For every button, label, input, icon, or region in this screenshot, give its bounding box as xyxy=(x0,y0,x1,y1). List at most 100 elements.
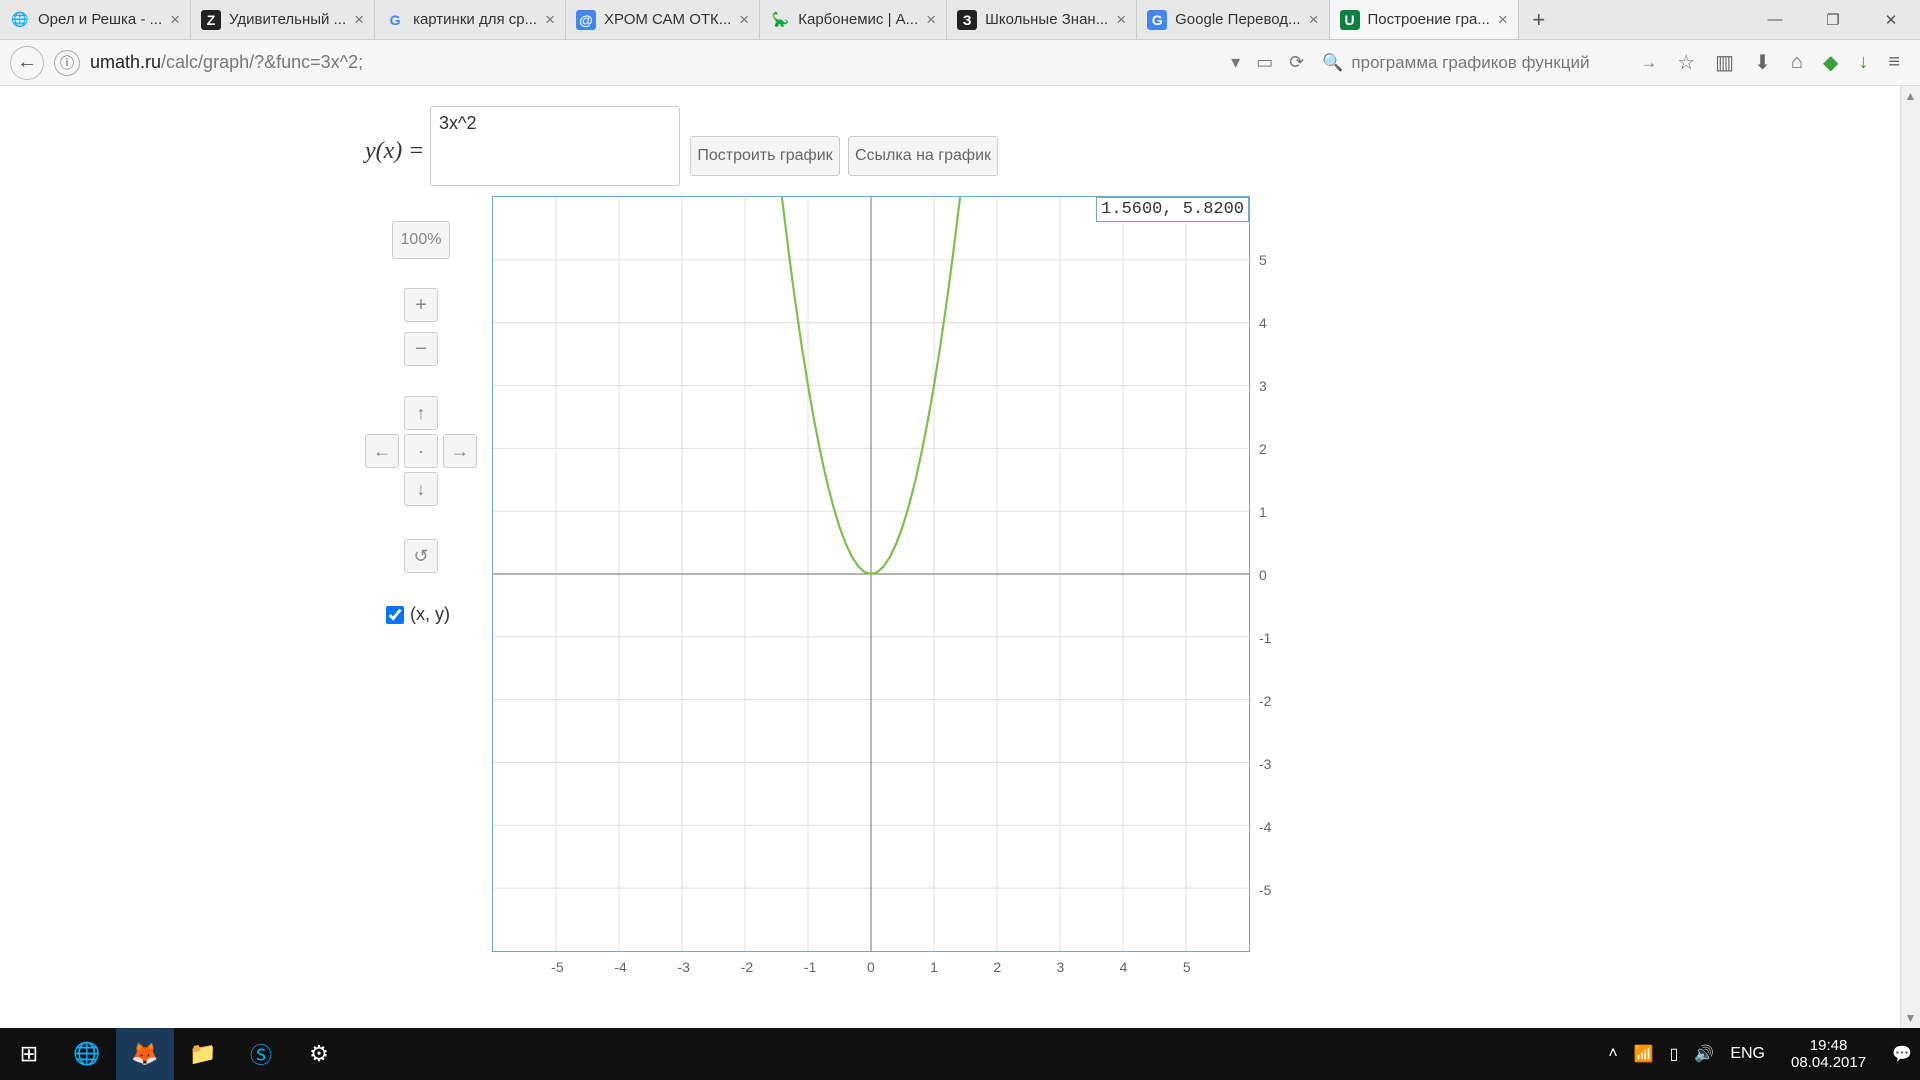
reader-icon[interactable]: ▾ xyxy=(1231,52,1240,72)
wifi-icon[interactable]: 📶 xyxy=(1634,1044,1654,1064)
pan-right-button[interactable]: → xyxy=(443,434,477,468)
tab-label: Карбонемис | А... xyxy=(798,11,918,28)
close-icon[interactable]: × xyxy=(545,10,555,30)
function-input[interactable] xyxy=(430,106,680,186)
xy-label: (x, y) xyxy=(410,604,450,625)
skype-icon[interactable]: Ⓢ xyxy=(232,1028,290,1080)
volume-icon[interactable]: 🔊 xyxy=(1694,1044,1714,1064)
close-icon[interactable]: × xyxy=(1116,10,1126,30)
close-icon[interactable]: × xyxy=(739,10,749,30)
tab-label: Построение гра... xyxy=(1368,11,1490,28)
x-tick: -2 xyxy=(741,959,753,975)
pan-left-button[interactable]: ← xyxy=(365,434,399,468)
site-info-icon[interactable]: ⓘ xyxy=(54,50,80,76)
search-value: программа графиков функций xyxy=(1351,53,1589,73)
clock-date: 08.04.2017 xyxy=(1791,1054,1866,1071)
y-tick: 1 xyxy=(1259,504,1267,520)
search-go-icon[interactable]: → xyxy=(1640,53,1657,73)
back-button[interactable]: ← xyxy=(10,46,44,80)
taskbar-clock[interactable]: 19:4808.04.2017 xyxy=(1781,1037,1876,1071)
library-icon[interactable]: ▥ xyxy=(1715,50,1734,75)
y-tick: 4 xyxy=(1259,315,1267,331)
url-path: /calc/graph/?&func=3x^2; xyxy=(161,52,363,73)
notifications-icon[interactable]: 💬 xyxy=(1892,1044,1912,1064)
close-icon[interactable]: × xyxy=(926,10,936,30)
tab-5[interactable]: З Школьные Знан... × xyxy=(947,0,1137,39)
zoom-in-button[interactable]: + xyxy=(404,288,438,322)
x-tick: -5 xyxy=(551,959,563,975)
downloads-icon[interactable]: ⬇ xyxy=(1754,50,1771,75)
znanija-icon: З xyxy=(957,10,977,30)
globe-icon: 🌐 xyxy=(10,10,30,30)
tab-4[interactable]: 🦕Карбонемис | А...× xyxy=(760,0,947,39)
z-icon: Z xyxy=(201,10,221,30)
reload-icon[interactable]: ⟳ xyxy=(1289,52,1304,72)
close-icon[interactable]: × xyxy=(354,10,364,30)
download-arrow-icon[interactable]: ↓ xyxy=(1858,51,1868,74)
firefox-icon[interactable]: 🦊 xyxy=(116,1028,174,1080)
page-scrollbar[interactable]: ▲ ▼ xyxy=(1900,86,1920,1028)
clock-time: 19:48 xyxy=(1791,1037,1866,1054)
new-tab-button[interactable]: + xyxy=(1519,0,1559,39)
battery-icon[interactable]: ▯ xyxy=(1670,1044,1679,1064)
tab-7[interactable]: UПостроение гра...× xyxy=(1330,0,1519,39)
tab-2[interactable]: Gкартинки для ср...× xyxy=(375,0,566,39)
x-tick: 5 xyxy=(1183,959,1191,975)
x-tick: 4 xyxy=(1120,959,1128,975)
extension-icon[interactable]: ◆ xyxy=(1823,50,1838,75)
pan-up-button[interactable]: ↑ xyxy=(404,396,438,430)
home-icon[interactable]: ⌂ xyxy=(1791,51,1803,74)
close-window-icon[interactable]: ✕ xyxy=(1862,0,1920,39)
page-content: y(x) = Построить график Ссылка на график… xyxy=(0,86,1920,1028)
x-tick: -1 xyxy=(804,959,816,975)
tray-expand-icon[interactable]: ˄ xyxy=(1608,1045,1617,1063)
formula-prefix: y(x) = xyxy=(365,138,424,165)
search-bar[interactable]: 🔍программа графиков функций→ xyxy=(1322,53,1657,73)
x-tick: -3 xyxy=(678,959,690,975)
tab-1[interactable]: ZУдивительный ...× xyxy=(191,0,375,39)
x-tick: 2 xyxy=(993,959,1001,975)
tab-label: ХРОМ САМ ОТК... xyxy=(604,11,731,28)
zoom-out-button[interactable]: − xyxy=(404,332,438,366)
minimize-icon[interactable]: — xyxy=(1746,0,1804,39)
chart-canvas[interactable]: 1.5600, 5.8200 -5-4-3-2-1012345-5-4-3-2-… xyxy=(492,196,1250,952)
chart-svg xyxy=(493,197,1249,951)
start-button[interactable]: ⊞ xyxy=(0,1028,58,1080)
pan-down-button[interactable]: ↓ xyxy=(404,472,438,506)
xy-toggle[interactable]: (x, y) xyxy=(386,604,450,625)
y-tick: -5 xyxy=(1259,882,1271,898)
zoom-reset-button[interactable]: 100% xyxy=(392,221,450,259)
scroll-down-icon[interactable]: ▼ xyxy=(1901,1008,1920,1028)
tab-3[interactable]: @ХРОМ САМ ОТК...× xyxy=(566,0,760,39)
close-icon[interactable]: × xyxy=(1498,10,1508,30)
tab-0[interactable]: 🌐Орел и Решка - ...× xyxy=(0,0,191,39)
y-tick: 0 xyxy=(1259,567,1267,583)
pan-center-button[interactable]: · xyxy=(404,434,438,468)
browser-tabstrip: 🌐Орел и Решка - ...× ZУдивительный ...× … xyxy=(0,0,1920,40)
plot-button[interactable]: Построить график xyxy=(690,136,840,176)
close-icon[interactable]: × xyxy=(1309,10,1319,30)
windows-taskbar: ⊞ 🌐 🦊 📁 Ⓢ ⚙ ˄ 📶 ▯ 🔊 ENG 19:4808.04.2017 … xyxy=(0,1028,1920,1080)
tab-label: Школьные Знан... xyxy=(985,11,1108,28)
tab-6[interactable]: GGoogle Перевод...× xyxy=(1137,0,1329,39)
chrome-icon[interactable]: 🌐 xyxy=(58,1028,116,1080)
y-tick: 3 xyxy=(1259,378,1267,394)
explorer-icon[interactable]: 📁 xyxy=(174,1028,232,1080)
maximize-icon[interactable]: ❐ xyxy=(1804,0,1862,39)
y-tick: 2 xyxy=(1259,441,1267,457)
x-tick: 0 xyxy=(867,959,875,975)
menu-icon[interactable]: ≡ xyxy=(1888,51,1900,74)
language-indicator[interactable]: ENG xyxy=(1730,1045,1765,1063)
screenshot-icon[interactable]: ▭ xyxy=(1256,52,1273,72)
star-icon[interactable]: ☆ xyxy=(1677,50,1695,75)
close-icon[interactable]: × xyxy=(170,10,180,30)
y-tick: -1 xyxy=(1259,630,1271,646)
graph-link-button[interactable]: Ссылка на график xyxy=(848,136,998,176)
scroll-up-icon[interactable]: ▲ xyxy=(1901,86,1920,106)
steam-icon[interactable]: ⚙ xyxy=(290,1028,348,1080)
system-tray: ˄ 📶 ▯ 🔊 ENG 19:4808.04.2017 💬 xyxy=(1608,1037,1920,1071)
reset-button[interactable]: ↺ xyxy=(404,539,438,573)
y-tick: -3 xyxy=(1259,756,1271,772)
xy-checkbox[interactable] xyxy=(386,606,404,624)
address-bar[interactable]: umath.ru/calc/graph/?&func=3x^2; xyxy=(90,52,1213,73)
